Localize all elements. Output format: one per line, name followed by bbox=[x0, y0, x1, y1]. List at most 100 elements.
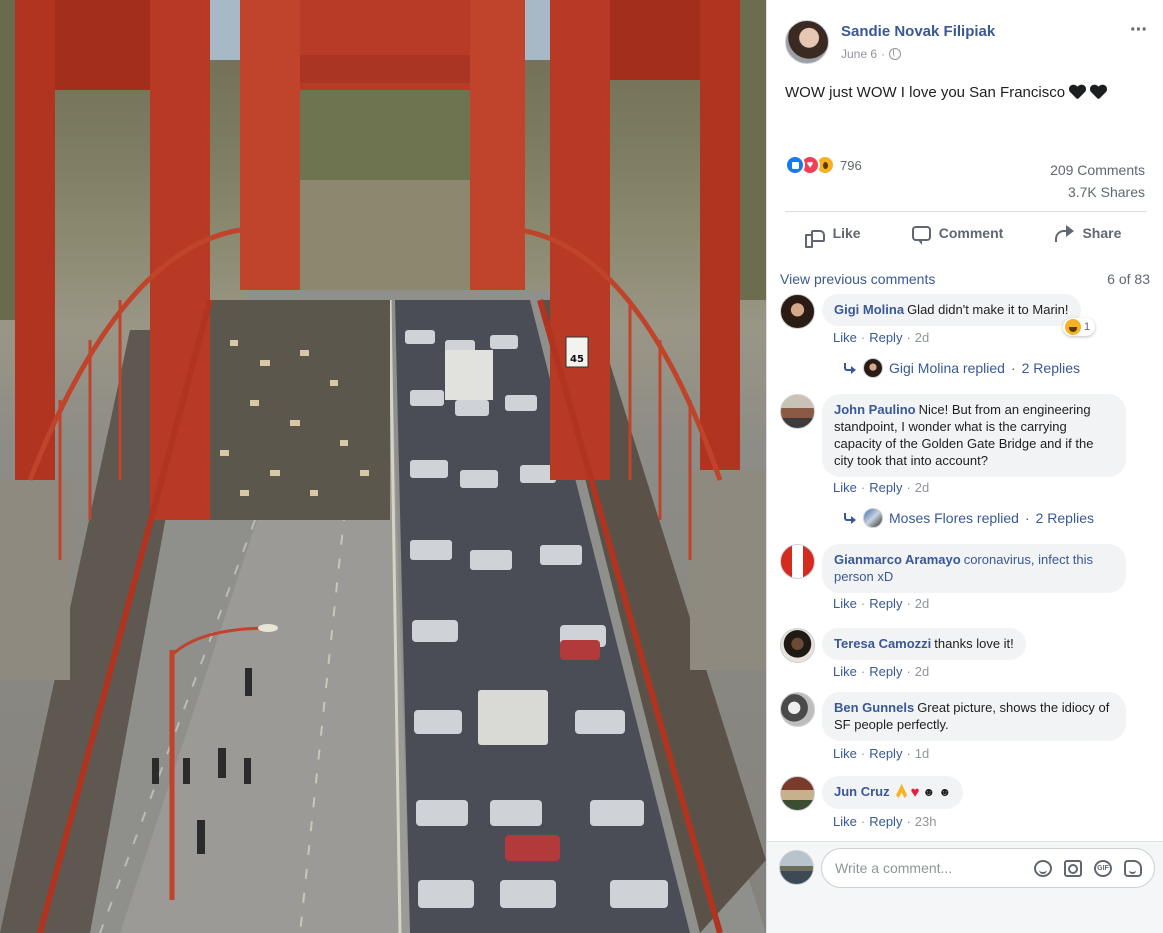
comment-like-link[interactable]: Like bbox=[833, 746, 857, 761]
comment-time[interactable]: 2d bbox=[915, 596, 929, 611]
post-photo[interactable]: 45 bbox=[0, 0, 766, 933]
separator: · bbox=[906, 596, 911, 611]
comment-button[interactable]: Comment bbox=[911, 225, 1003, 245]
more-options-icon[interactable]: ··· bbox=[1130, 20, 1148, 40]
folded-hands-emoji-icon bbox=[896, 784, 908, 798]
separator: · bbox=[906, 746, 911, 761]
separator: · bbox=[906, 664, 911, 679]
separator: · bbox=[1010, 360, 1016, 376]
camera-icon[interactable] bbox=[1064, 860, 1082, 877]
share-icon bbox=[1054, 224, 1075, 242]
comment-like-link[interactable]: Like bbox=[833, 664, 857, 679]
speed-limit-sign: 45 bbox=[570, 354, 584, 365]
view-previous-comments-link[interactable]: View previous comments bbox=[780, 271, 935, 287]
separator: · bbox=[906, 480, 911, 495]
globe-icon[interactable] bbox=[889, 48, 902, 60]
separator: · bbox=[1024, 510, 1030, 526]
commenter-avatar[interactable] bbox=[780, 776, 815, 811]
thumb-up-icon bbox=[804, 230, 825, 248]
comment-bubble: Gianmarco Aramayo coronavirus, infect thi… bbox=[822, 544, 1126, 593]
post-meta: June 6 · bbox=[841, 47, 902, 61]
shares-count[interactable]: 3.7K Shares bbox=[1050, 181, 1145, 203]
commenter-avatar[interactable] bbox=[780, 394, 815, 429]
commenter-name[interactable]: Teresa Camozzi bbox=[834, 636, 931, 651]
reactions-summary[interactable]: 796 bbox=[785, 155, 862, 175]
replies-link[interactable]: Gigi Molina replied · 2 Replies bbox=[843, 358, 1080, 378]
emoji-icon[interactable] bbox=[1034, 860, 1052, 877]
separator: · bbox=[860, 480, 866, 495]
sticker-icon[interactable] bbox=[1124, 860, 1142, 877]
comment-like-link[interactable]: Like bbox=[833, 330, 857, 345]
black-heart-icon bbox=[1090, 84, 1107, 101]
post-header: Sandie Novak Filipiak June 6 · ··· bbox=[785, 20, 1148, 66]
current-user-avatar[interactable] bbox=[779, 850, 814, 885]
separator: · bbox=[860, 596, 866, 611]
comment-time[interactable]: 2d bbox=[915, 330, 929, 345]
author-name[interactable]: Sandie Novak Filipiak bbox=[841, 23, 995, 40]
comment-bubble: Jun Cruz ♥ ☻ ☻ bbox=[822, 776, 964, 809]
share-button[interactable]: Share bbox=[1054, 224, 1121, 242]
comment-text: thanks love it! bbox=[934, 636, 1014, 651]
replier-name: Gigi Molina replied bbox=[889, 360, 1005, 376]
commenter-avatar[interactable] bbox=[780, 294, 815, 329]
comment-actions: Like · Reply · 2d bbox=[833, 596, 929, 611]
comment-composer: GIF bbox=[767, 841, 1163, 933]
comment-like-link[interactable]: Like bbox=[833, 814, 857, 829]
comment-reply-link[interactable]: Reply bbox=[869, 596, 902, 611]
comment-time[interactable]: 2d bbox=[915, 480, 929, 495]
comment-reply-link[interactable]: Reply bbox=[869, 330, 902, 345]
like-reaction-icon bbox=[785, 155, 805, 175]
gif-icon[interactable]: GIF bbox=[1094, 860, 1112, 877]
comments-page-count: 6 of 83 bbox=[1107, 271, 1150, 287]
laugh-reaction-icon bbox=[1065, 319, 1081, 335]
comment-reply-link[interactable]: Reply bbox=[869, 480, 902, 495]
reply-count: 2 Replies bbox=[1021, 360, 1080, 376]
comment-reply-link[interactable]: Reply bbox=[869, 664, 902, 679]
separator: · bbox=[860, 814, 866, 829]
commenter-name[interactable]: John Paulino bbox=[834, 402, 916, 417]
comment-like-link[interactable]: Like bbox=[833, 480, 857, 495]
share-label: Share bbox=[1082, 225, 1122, 241]
reactions-count[interactable]: 796 bbox=[840, 158, 862, 173]
comment-time[interactable]: 1d bbox=[915, 746, 929, 761]
commenter-name[interactable]: Ben Gunnels bbox=[834, 700, 914, 715]
comment-actions: Like · Reply · 2d bbox=[833, 330, 929, 345]
commenter-avatar[interactable] bbox=[780, 692, 815, 727]
separator: · bbox=[860, 664, 866, 679]
black-heart-icon bbox=[1069, 84, 1086, 101]
post-stats: 209 Comments 3.7K Shares bbox=[1050, 159, 1145, 203]
commenter-name[interactable]: Jun Cruz bbox=[834, 784, 890, 799]
meta-separator: · bbox=[881, 47, 886, 61]
like-label: Like bbox=[832, 225, 861, 241]
comment-actions: Like · Reply · 2d bbox=[833, 480, 929, 495]
like-button[interactable]: Like bbox=[804, 224, 861, 248]
comment-bubble: John Paulino Nice! But from an engineerin… bbox=[822, 394, 1126, 477]
bridge-photo-illustration: 45 bbox=[0, 0, 766, 933]
comment-bubble: Teresa Camozzi thanks love it! bbox=[822, 628, 1026, 660]
reply-avatar bbox=[863, 358, 883, 378]
comments-count[interactable]: 209 Comments bbox=[1050, 159, 1145, 181]
separator: · bbox=[860, 746, 866, 761]
commenter-avatar[interactable] bbox=[780, 544, 815, 579]
comment-like-link[interactable]: Like bbox=[833, 596, 857, 611]
reply-arrow-icon bbox=[843, 363, 857, 374]
reply-arrow-icon bbox=[843, 513, 857, 524]
composer-icons: GIF bbox=[1034, 860, 1142, 877]
comment-time[interactable]: 2d bbox=[915, 664, 929, 679]
commenter-avatar[interactable] bbox=[780, 628, 815, 663]
comment-reply-link[interactable]: Reply bbox=[869, 814, 902, 829]
separator: · bbox=[860, 330, 866, 345]
comments-area: View previous comments 6 of 83 Gigi Moli… bbox=[767, 256, 1163, 933]
author-avatar[interactable] bbox=[785, 20, 829, 64]
replies-link[interactable]: Moses Flores replied · 2 Replies bbox=[843, 508, 1094, 528]
comment-reply-link[interactable]: Reply bbox=[869, 746, 902, 761]
commenter-name[interactable]: Gianmarco Aramayo bbox=[834, 552, 961, 567]
comment-reaction-badge[interactable]: 1 bbox=[1063, 318, 1096, 336]
post-side-panel: Sandie Novak Filipiak June 6 · ··· WOW j… bbox=[766, 0, 1163, 933]
reaction-count: 1 bbox=[1084, 321, 1091, 333]
commenter-name[interactable]: Gigi Molina bbox=[834, 302, 904, 317]
comment-time[interactable]: 23h bbox=[915, 814, 937, 829]
post-date[interactable]: June 6 bbox=[841, 47, 877, 61]
red-heart-emoji-icon: ♥ bbox=[910, 784, 920, 801]
emoji-faces: ☻ ☻ bbox=[922, 785, 952, 799]
